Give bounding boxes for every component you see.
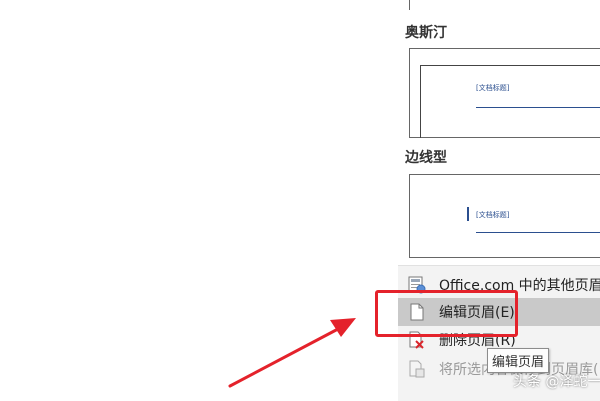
watermark: 头条 @泽蛇一	[513, 374, 600, 390]
annotation-arrow	[228, 318, 356, 388]
